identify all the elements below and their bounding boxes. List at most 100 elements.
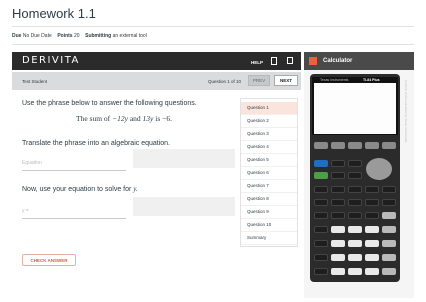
question-list-item[interactable]: Summary <box>241 232 297 245</box>
question-list-item[interactable]: Question 1 <box>241 102 297 115</box>
calculator-credit: Portions of this calculator by Texas Ins… <box>404 80 408 143</box>
calc-key[interactable] <box>348 160 362 167</box>
calc-key[interactable] <box>331 240 345 247</box>
phrase-text: is <box>155 114 161 123</box>
calc-key[interactable] <box>382 226 396 233</box>
calc-key[interactable] <box>365 186 379 193</box>
calculator-dpad[interactable] <box>366 158 392 180</box>
prev-button[interactable]: PREV <box>248 75 270 86</box>
assignment-meta: Due No Due Date Points 20 Submitting an … <box>12 33 147 39</box>
calc-key[interactable] <box>382 268 396 275</box>
phrase-text: and <box>129 114 141 123</box>
calc-key[interactable] <box>314 172 328 179</box>
calc-key[interactable] <box>314 160 328 167</box>
phrase-result: −6. <box>162 114 172 123</box>
calc-key[interactable] <box>331 199 345 206</box>
calc-key[interactable] <box>331 160 345 167</box>
phrase-term: 13y <box>142 114 154 123</box>
question-list-item[interactable]: Question 9 <box>241 206 297 219</box>
divider <box>12 26 414 27</box>
calc-key[interactable] <box>365 254 379 261</box>
y-feedback-box <box>133 197 235 216</box>
calc-key[interactable] <box>382 142 396 149</box>
calc-key[interactable] <box>382 254 396 261</box>
calc-key[interactable] <box>365 240 379 247</box>
question-phrase: The sum of −12y and 13y is −6. <box>76 114 172 123</box>
calc-key[interactable] <box>365 212 379 219</box>
translate-prompt: Translate the phrase into an algebraic e… <box>22 140 171 147</box>
equation-feedback-box <box>133 149 235 168</box>
calc-key[interactable] <box>314 142 328 149</box>
submitting-label: Submitting <box>85 33 112 39</box>
calc-key[interactable] <box>382 199 396 206</box>
calc-key[interactable] <box>331 142 345 149</box>
solve-prompt: Now, use your equation to solve for y. <box>22 185 138 193</box>
calc-key[interactable] <box>365 199 379 206</box>
calc-key[interactable] <box>348 240 362 247</box>
calc-key[interactable] <box>348 199 362 206</box>
calc-key[interactable] <box>314 254 328 261</box>
calc-key[interactable] <box>382 186 396 193</box>
calc-key[interactable] <box>348 212 362 219</box>
divider <box>12 44 414 45</box>
next-button[interactable]: NEXT <box>274 75 298 86</box>
page-title: Homework 1.1 <box>12 6 96 21</box>
question-list-item[interactable]: Question 10 <box>241 219 297 232</box>
calc-key[interactable] <box>331 212 345 219</box>
calc-key[interactable] <box>348 142 362 149</box>
student-name: Test Student <box>22 79 48 84</box>
submitting-value: an external tool <box>112 33 147 39</box>
check-answer-button[interactable]: CHECK ANSWER <box>22 254 76 266</box>
question-list-item[interactable]: Question 2 <box>241 115 297 128</box>
help-button[interactable]: HELP <box>251 60 263 65</box>
equation-input[interactable]: Equation <box>22 155 126 171</box>
y-input[interactable]: y = <box>22 204 126 219</box>
calc-key[interactable] <box>331 172 345 179</box>
calc-key[interactable] <box>314 268 328 275</box>
question-list-item[interactable]: Question 8 <box>241 193 297 206</box>
calc-key[interactable] <box>331 186 345 193</box>
due-value: No Due Date <box>22 33 52 39</box>
calc-key[interactable] <box>348 268 362 275</box>
calc-key[interactable] <box>314 199 328 206</box>
phrase-text: The sum of <box>76 114 111 123</box>
calc-key[interactable] <box>365 268 379 275</box>
points-label: Points <box>57 33 73 39</box>
fullscreen-icon[interactable] <box>287 57 293 64</box>
calc-key[interactable] <box>331 226 345 233</box>
calc-key[interactable] <box>365 226 379 233</box>
calc-key[interactable] <box>314 212 328 219</box>
question-instructions: Use the phrase below to answer the follo… <box>22 100 197 107</box>
calc-key[interactable] <box>331 268 345 275</box>
question-list-item[interactable]: Question 3 <box>241 128 297 141</box>
calculator-title: Calculator <box>323 58 353 64</box>
question-list-item[interactable]: Question 7 <box>241 180 297 193</box>
question-list-item[interactable]: Question 5 <box>241 154 297 167</box>
question-list-item[interactable]: Question 6 <box>241 167 297 180</box>
question-list: Question 1 Question 2 Question 3 Questio… <box>240 98 298 247</box>
calc-key[interactable] <box>365 142 379 149</box>
calc-key[interactable] <box>382 240 396 247</box>
solve-text: Now, use your equation to solve for <box>22 186 132 193</box>
phrase-term: −12y <box>112 114 128 123</box>
calc-key[interactable] <box>348 226 362 233</box>
calculator-screen <box>314 83 396 134</box>
calculator-icon[interactable] <box>271 57 277 65</box>
question-list-item[interactable]: Question 4 <box>241 141 297 154</box>
calc-key[interactable] <box>382 212 396 219</box>
calculator-model: TI-84 Plus <box>363 78 380 82</box>
calculator-icon <box>309 57 317 65</box>
due-label: Due <box>12 33 22 39</box>
calc-key[interactable] <box>348 254 362 261</box>
calc-key[interactable] <box>348 172 362 179</box>
derivita-logo: DERIVITA <box>22 55 80 66</box>
calc-key[interactable] <box>348 186 362 193</box>
question-counter: Question 1 of 10 <box>208 79 242 84</box>
calc-key[interactable] <box>314 186 328 193</box>
calculator-brand: Texas Instruments <box>320 78 349 82</box>
calc-key[interactable] <box>314 226 328 233</box>
points-value: 20 <box>73 33 80 39</box>
calc-key[interactable] <box>314 240 328 247</box>
calc-key[interactable] <box>331 254 345 261</box>
calculator-header <box>304 52 414 70</box>
